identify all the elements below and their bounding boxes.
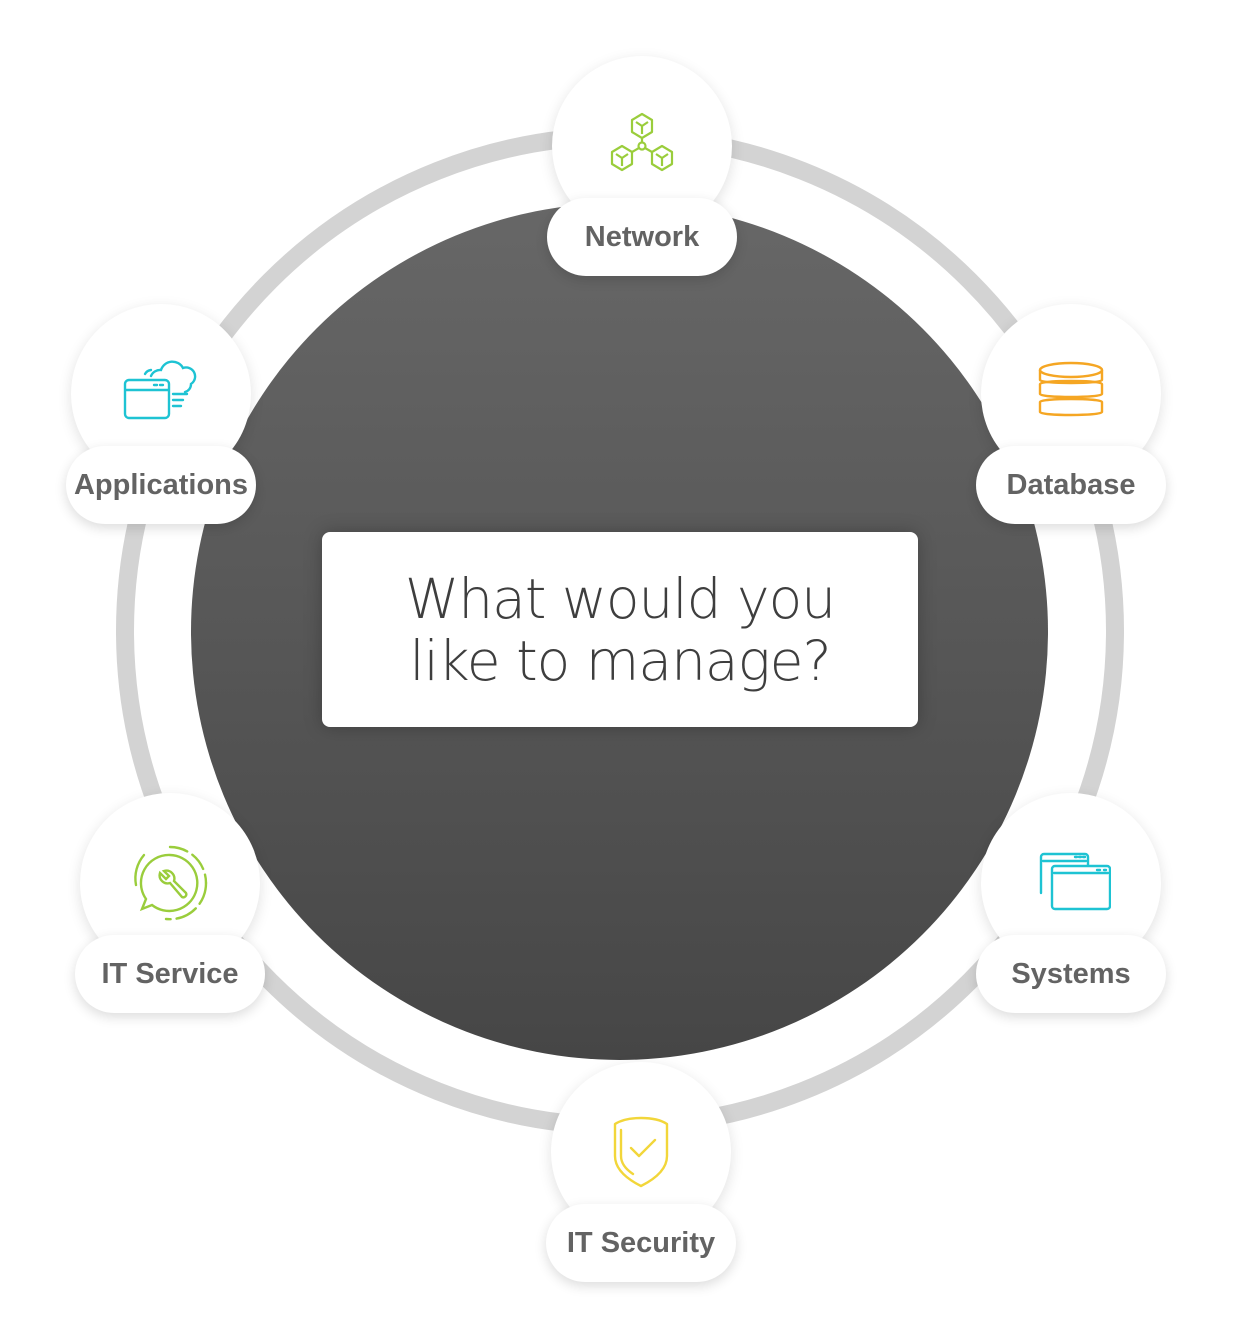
- question-line-1: What would you: [404, 566, 836, 631]
- node-network[interactable]: Network: [547, 56, 737, 286]
- node-it-security[interactable]: IT Security: [546, 1062, 736, 1292]
- question-line-2: like to manage?: [409, 628, 831, 693]
- node-it-service[interactable]: IT Service: [75, 793, 265, 1023]
- it-security-label[interactable]: IT Security: [546, 1204, 736, 1282]
- node-database[interactable]: Database: [976, 304, 1166, 534]
- cloud-app-icon: [123, 360, 197, 420]
- node-systems[interactable]: Systems: [976, 793, 1166, 1023]
- node-applications[interactable]: Applications: [66, 304, 256, 534]
- center-question-card: What would you like to manage?: [322, 532, 918, 727]
- database-icon: [1038, 361, 1104, 417]
- browser-windows-icon: [1039, 852, 1111, 911]
- wrench-chat-icon: [134, 845, 208, 921]
- applications-label[interactable]: Applications: [66, 446, 256, 524]
- database-label[interactable]: Database: [976, 446, 1166, 524]
- systems-label[interactable]: Systems: [976, 935, 1166, 1013]
- network-cubes-icon: [610, 112, 674, 172]
- it-service-label[interactable]: IT Service: [75, 935, 265, 1013]
- shield-check-icon: [613, 1116, 669, 1188]
- network-label[interactable]: Network: [547, 198, 737, 276]
